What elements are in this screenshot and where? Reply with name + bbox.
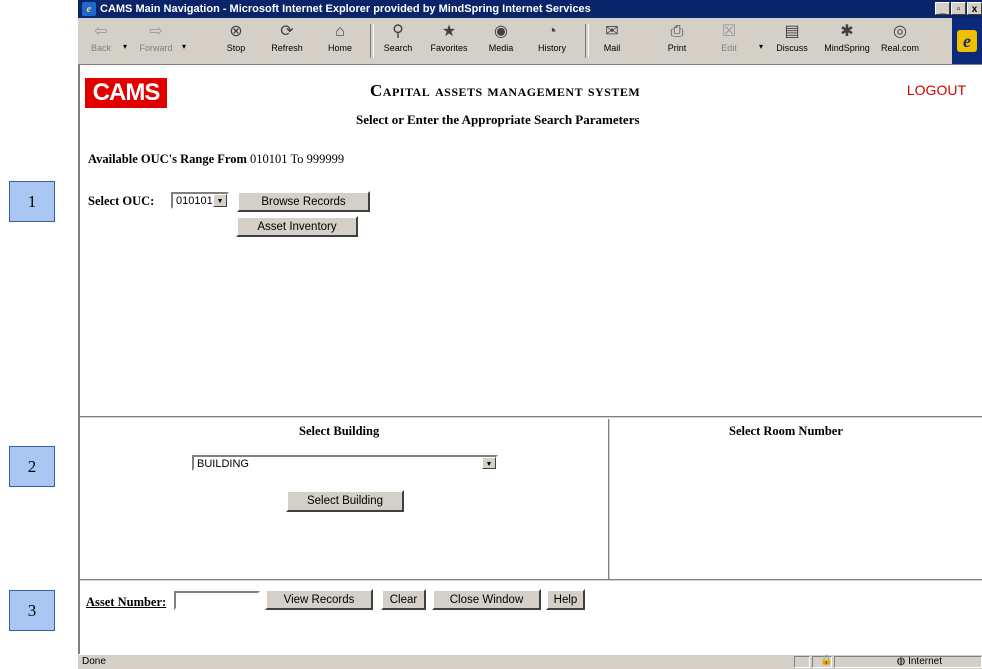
back-dropdown-icon[interactable]: ▾ xyxy=(123,42,127,51)
internet-zone: ◍ Internet xyxy=(896,656,942,667)
status-pane xyxy=(794,656,810,668)
asset-number-label: Asset Number: xyxy=(86,595,167,609)
history-button[interactable]: ◔ History xyxy=(533,22,571,53)
building-select[interactable]: BUILDING ▼ xyxy=(192,455,498,471)
globe-icon: ◍ xyxy=(896,656,906,667)
logout-link[interactable]: LOGOUT xyxy=(907,82,966,98)
view-records-button[interactable]: View Records xyxy=(265,589,373,610)
real-icon: ◎ xyxy=(893,23,907,40)
forward-button[interactable]: ⇨ Forward xyxy=(136,22,176,53)
search-icon: ⚲ xyxy=(392,23,404,40)
browser-window: e CAMS Main Navigation - Microsoft Inter… xyxy=(78,0,982,669)
stop-icon: ⊗ xyxy=(229,23,243,40)
clear-button[interactable]: Clear xyxy=(381,589,426,610)
refresh-icon: ⟳ xyxy=(280,23,294,40)
history-icon: ◔ xyxy=(547,23,557,40)
home-button[interactable]: ⌂ Home xyxy=(325,22,355,53)
ie-throbber-logo: e xyxy=(952,18,982,64)
building-frame-title: Select Building xyxy=(299,424,380,438)
callout-1: 1 xyxy=(9,181,55,222)
ouc-range-label: Available OUC's Range From xyxy=(88,152,247,166)
help-button[interactable]: Help xyxy=(546,589,585,610)
discuss-icon: ▤ xyxy=(784,23,800,40)
toolbar-separator xyxy=(585,24,589,58)
media-icon: ◉ xyxy=(494,23,508,40)
close-button[interactable]: x xyxy=(967,2,982,15)
window-title: CAMS Main Navigation - Microsoft Interne… xyxy=(100,3,591,15)
search-button[interactable]: ⚲ Search xyxy=(381,22,415,53)
app-title: Capital assets management system xyxy=(370,81,641,100)
home-icon: ⌂ xyxy=(335,23,345,40)
select-building-button[interactable]: Select Building xyxy=(286,490,404,512)
forward-arrow-icon: ⇨ xyxy=(149,23,163,40)
dropdown-arrow-icon: ▼ xyxy=(482,457,496,469)
window-titlebar[interactable]: e CAMS Main Navigation - Microsoft Inter… xyxy=(78,0,982,18)
status-text: Done xyxy=(82,656,106,667)
stop-button[interactable]: ⊗ Stop xyxy=(221,22,251,53)
maximize-button[interactable]: ▫ xyxy=(951,2,966,15)
callout-2: 2 xyxy=(9,446,55,487)
discuss-button[interactable]: ▤ Discuss xyxy=(772,22,812,53)
frame-divider-top xyxy=(80,416,982,419)
ouc-range-text: Available OUC's Range From 010101 To 999… xyxy=(88,152,344,167)
forward-dropdown-icon[interactable]: ▾ xyxy=(182,42,186,51)
dropdown-arrow-icon: ▼ xyxy=(213,194,227,207)
edit-icon: ☒ xyxy=(721,23,737,40)
ouc-range-to: 999999 xyxy=(306,152,345,166)
asset-inventory-button[interactable]: Asset Inventory xyxy=(236,216,358,237)
lock-icon: 🔒 xyxy=(820,655,833,666)
page-subtitle: Select or Enter the Appropriate Search P… xyxy=(356,112,640,127)
minimize-button[interactable]: _ xyxy=(935,2,950,15)
close-window-button[interactable]: Close Window xyxy=(432,589,541,610)
real-button[interactable]: ◎ Real.com xyxy=(878,22,922,53)
print-button[interactable]: ⎙ Print xyxy=(662,22,692,53)
frame-divider-vertical xyxy=(608,419,611,581)
toolbar-separator xyxy=(370,24,374,58)
browser-toolbar: ⇦ Back ▾ ⇨ Forward ▾ ⊗ Stop ⟳ Refresh ⌂ … xyxy=(78,18,982,65)
mindspring-button[interactable]: ✱ MindSpring xyxy=(820,22,874,53)
window-controls: _ ▫ x xyxy=(935,2,982,15)
cams-logo: CAMS xyxy=(85,78,167,108)
room-frame-title: Select Room Number xyxy=(729,424,843,438)
refresh-button[interactable]: ⟳ Refresh xyxy=(269,22,305,53)
back-arrow-icon: ⇦ xyxy=(94,23,108,40)
page-content: CAMS Capital assets management system LO… xyxy=(78,65,982,654)
mail-button[interactable]: ✉ Mail xyxy=(597,22,627,53)
edit-dropdown-icon[interactable]: ▾ xyxy=(759,42,763,51)
edit-button[interactable]: ☒ Edit xyxy=(716,22,742,53)
ouc-range-to-label: To xyxy=(290,152,304,166)
status-bar: Done 🔒 ◍ Internet xyxy=(78,654,982,669)
mail-icon: ✉ xyxy=(605,23,619,40)
favorites-icon: ★ xyxy=(441,23,457,40)
ouc-select-label: Select OUC: xyxy=(88,194,155,208)
back-button[interactable]: ⇦ Back xyxy=(84,22,118,53)
ouc-range-from: 010101 xyxy=(250,152,288,166)
media-button[interactable]: ◉ Media xyxy=(484,22,518,53)
lightbulb-icon: ✱ xyxy=(840,23,854,40)
frame-divider-bottom xyxy=(80,579,982,582)
print-icon: ⎙ xyxy=(670,23,684,40)
asset-number-input[interactable] xyxy=(174,591,260,610)
ie-icon: e xyxy=(82,2,96,16)
favorites-button[interactable]: ★ Favorites xyxy=(427,22,471,53)
callout-3: 3 xyxy=(9,590,55,631)
browse-records-button[interactable]: Browse Records xyxy=(237,191,370,212)
ouc-select[interactable]: 010101 ▼ xyxy=(171,192,229,209)
